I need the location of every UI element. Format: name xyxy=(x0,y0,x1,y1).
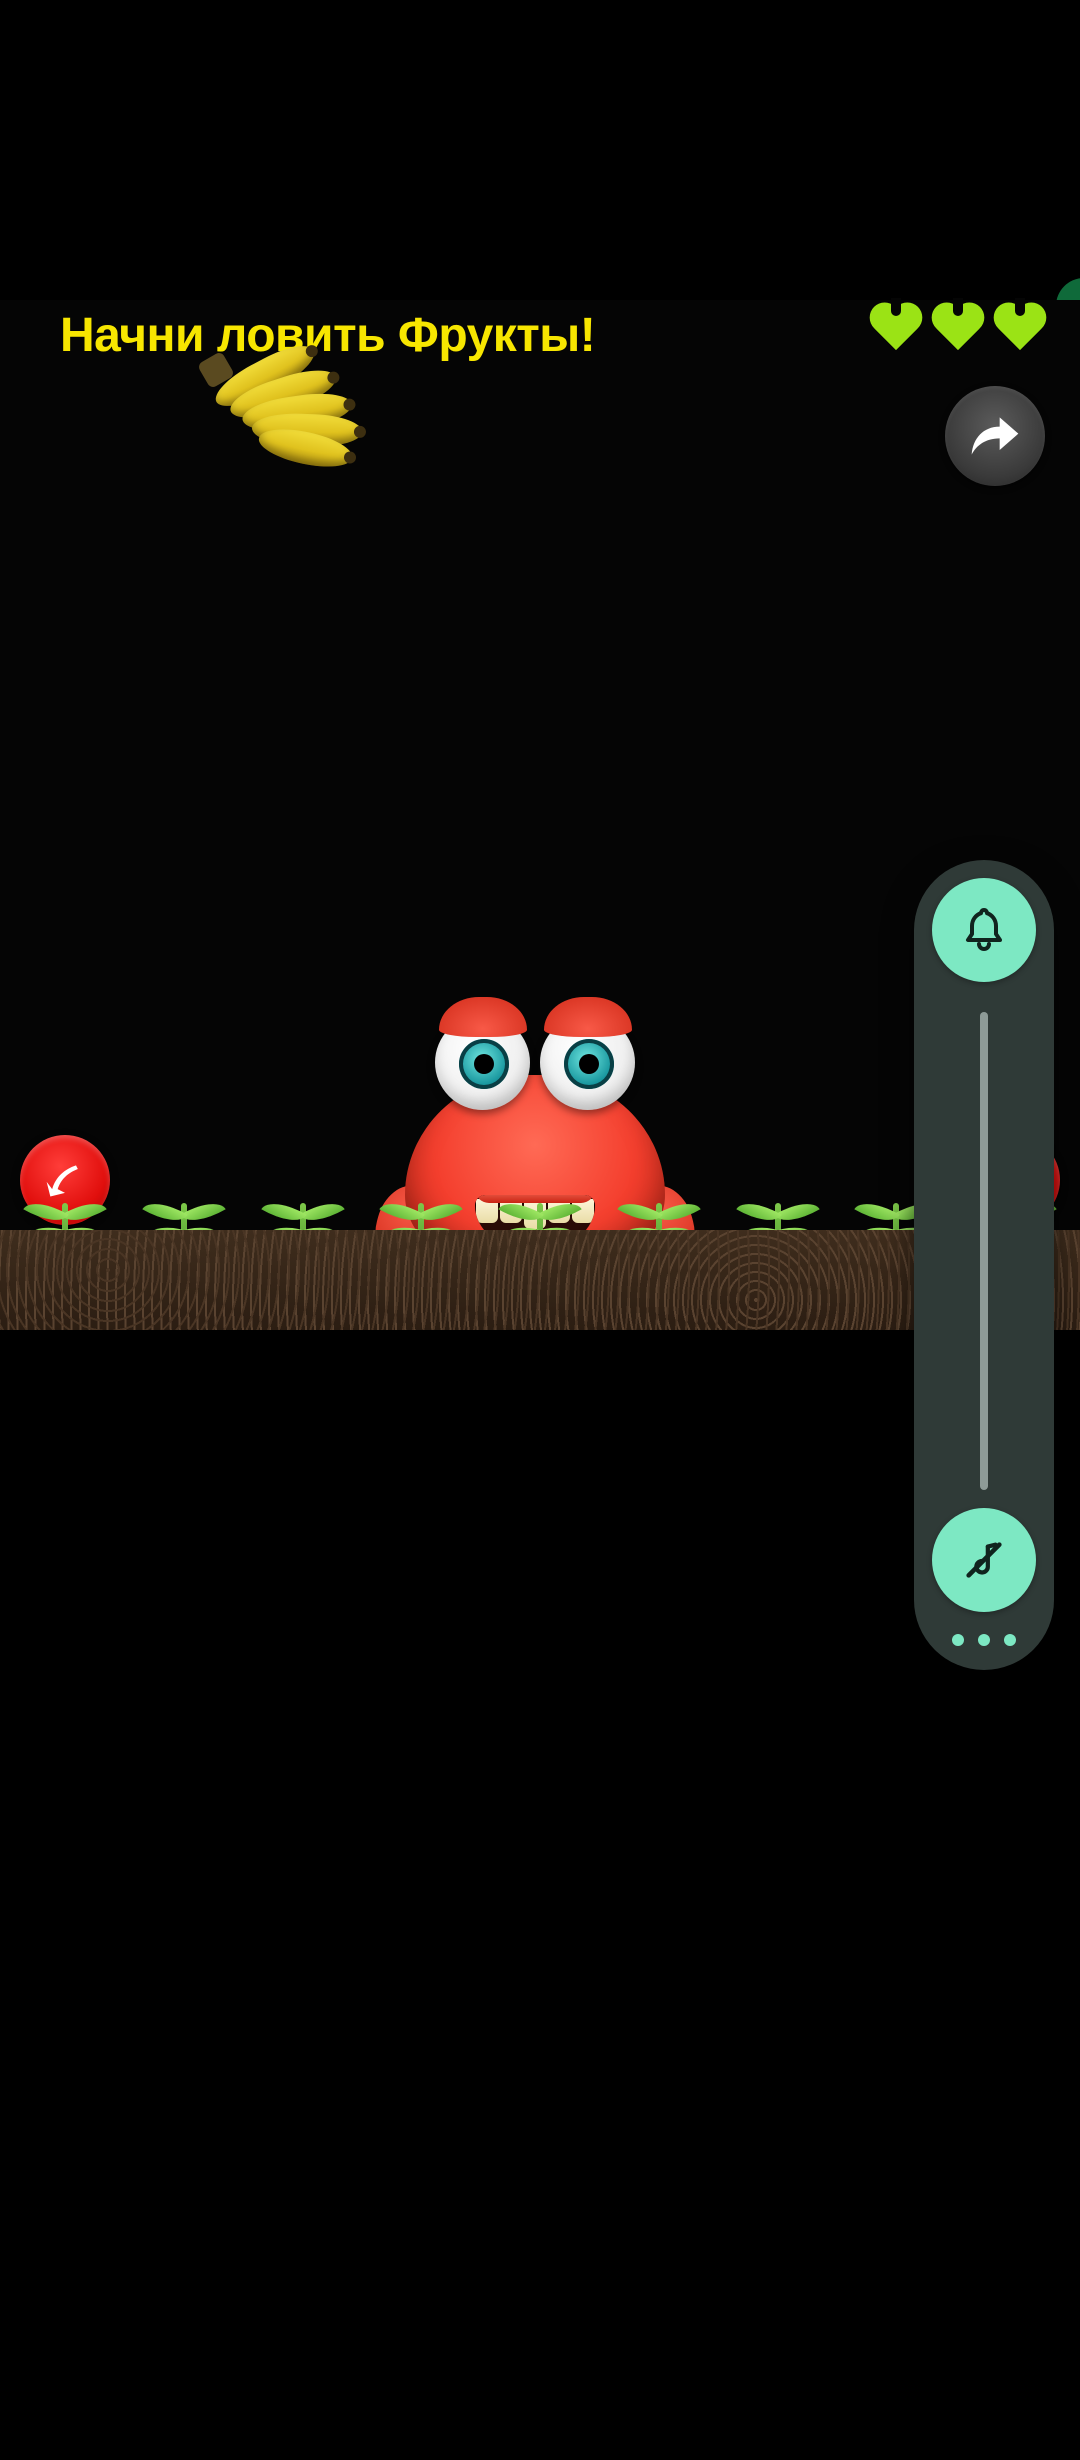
volume-more-button[interactable] xyxy=(952,1634,1016,1646)
ring-mode-button[interactable] xyxy=(932,878,1036,982)
volume-slider[interactable] xyxy=(914,982,1054,1508)
falling-fruit-bananas xyxy=(210,350,380,470)
volume-overlay-panel[interactable] xyxy=(914,860,1054,1670)
heart-icon xyxy=(928,300,988,355)
heart-icon xyxy=(990,300,1050,355)
volume-slider-track xyxy=(980,1012,988,1490)
share-button[interactable] xyxy=(945,386,1045,486)
music-off-icon xyxy=(961,1537,1007,1583)
bell-icon xyxy=(960,906,1008,954)
share-arrow-icon xyxy=(967,408,1023,464)
lives-container xyxy=(866,300,1050,355)
heart-icon xyxy=(866,300,926,355)
dot-icon xyxy=(1004,1634,1016,1646)
dot-icon xyxy=(978,1634,990,1646)
mute-media-button[interactable] xyxy=(932,1508,1036,1612)
dot-icon xyxy=(952,1634,964,1646)
